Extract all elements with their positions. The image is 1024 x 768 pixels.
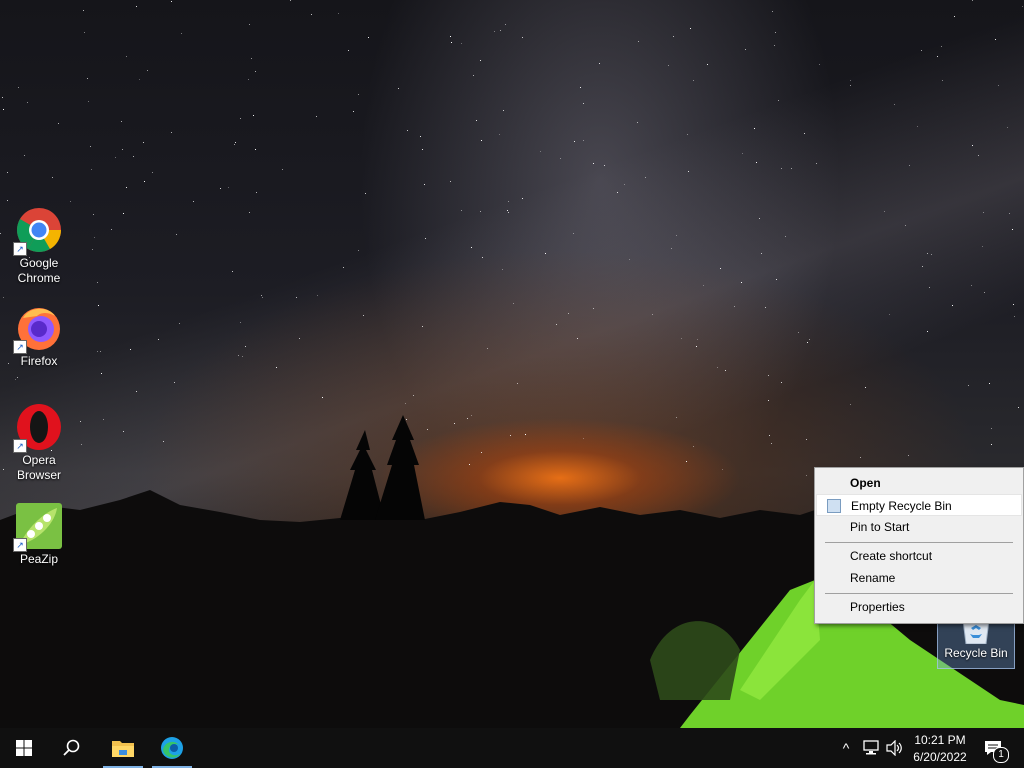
taskbar-file-explorer[interactable] (101, 728, 145, 768)
edge-icon (161, 737, 183, 759)
clock-time: 10:21 PM (914, 733, 966, 747)
desktop-icon-label: Google (19, 256, 59, 270)
menu-item-empty-recycle-bin[interactable]: Empty Recycle Bin (816, 494, 1022, 516)
menu-item-label: Empty Recycle Bin (851, 499, 952, 513)
menu-separator (825, 542, 1013, 543)
tray-overflow-chevron[interactable]: ^ (838, 728, 854, 768)
windows-start-icon (16, 740, 32, 756)
taskbar: ^ 10:21 PM 6/20/2022 1 (0, 728, 1024, 768)
desktop-icon-label: Recycle Bin (944, 646, 1008, 660)
volume-icon (886, 740, 902, 756)
menu-item-rename[interactable]: Rename (816, 567, 1022, 589)
desktop-icon-opera[interactable]: ↗ Opera Browser (2, 403, 76, 483)
notification-count-badge: 1 (993, 747, 1009, 763)
opera-icon: ↗ (13, 403, 63, 453)
desktop-icon-label: Browser (16, 468, 61, 482)
network-icon (863, 740, 879, 755)
shortcut-arrow-icon: ↗ (13, 439, 27, 453)
menu-item-properties[interactable]: Properties (816, 596, 1022, 618)
desktop-icon-label: PeaZip (19, 552, 59, 566)
desktop-icon-firefox[interactable]: ↗ Firefox (2, 304, 76, 369)
clock-date: 6/20/2022 (913, 750, 967, 764)
file-explorer-icon (112, 741, 134, 757)
search-icon (63, 739, 80, 756)
firefox-icon: ↗ (13, 304, 63, 354)
shortcut-arrow-icon: ↗ (13, 340, 27, 354)
shortcut-arrow-icon: ↗ (13, 538, 27, 552)
desktop-icon-label: Opera (22, 453, 56, 467)
menu-item-open[interactable]: Open (816, 472, 1022, 494)
desktop-icon-label: Firefox (20, 354, 58, 368)
taskbar-clock[interactable]: 10:21 PM 6/20/2022 (905, 732, 975, 766)
network-button[interactable] (860, 728, 882, 768)
peazip-icon: ↗ (13, 502, 63, 552)
shortcut-arrow-icon: ↗ (13, 242, 27, 256)
desktop-icon-label: Chrome (17, 271, 61, 285)
menu-separator (825, 593, 1013, 594)
recycle-bin-icon (827, 499, 841, 513)
chrome-icon: ↗ (13, 206, 63, 256)
taskbar-edge[interactable] (150, 728, 194, 768)
action-center-button[interactable]: 1 (980, 728, 1009, 768)
volume-button[interactable] (884, 728, 906, 768)
context-menu: Open Empty Recycle Bin Pin to Start Crea… (814, 467, 1024, 624)
desktop-icon-peazip[interactable]: ↗ PeaZip (2, 502, 76, 567)
search-button[interactable] (50, 728, 94, 768)
menu-item-create-shortcut[interactable]: Create shortcut (816, 545, 1022, 567)
desktop-icon-recycle-bin[interactable]: Recycle Bin (938, 618, 1014, 661)
menu-item-pin-to-start[interactable]: Pin to Start (816, 516, 1022, 538)
desktop-icon-chrome[interactable]: ↗ Google Chrome (2, 206, 76, 286)
start-button[interactable] (2, 728, 46, 768)
